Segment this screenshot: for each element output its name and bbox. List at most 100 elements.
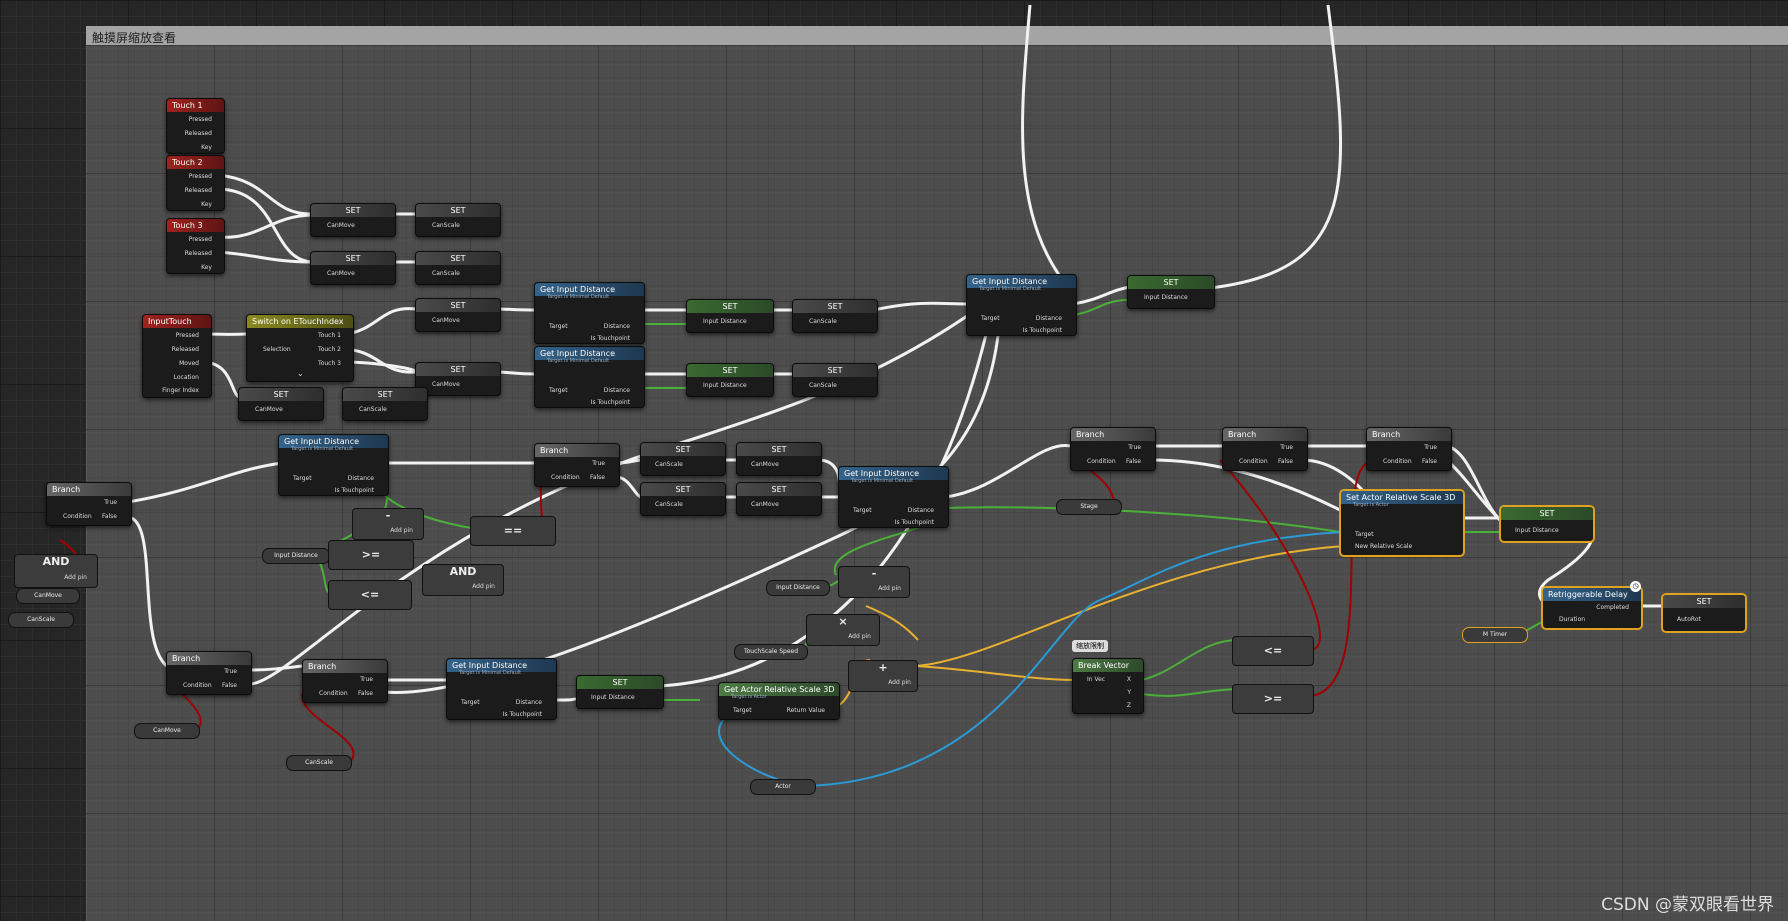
set-canscale-label: CanScale bbox=[809, 318, 837, 325]
set-canmove-node[interactable]: SET CanMove bbox=[238, 387, 324, 421]
gte-node[interactable]: >= bbox=[1232, 684, 1314, 714]
gid-subtitle: Target is Minimal Default bbox=[291, 446, 354, 452]
actor-var[interactable]: Actor bbox=[750, 779, 816, 795]
set-canscale-node[interactable]: SET CanScale bbox=[415, 203, 501, 237]
branch-title: Branch bbox=[535, 444, 619, 457]
canscale-var[interactable]: CanScale bbox=[8, 612, 74, 628]
gte-label: >= bbox=[1263, 692, 1283, 705]
set-inputdistance-node[interactable]: SET Input Distance bbox=[1500, 506, 1594, 542]
multiply-node[interactable]: × Add pin bbox=[806, 614, 880, 646]
switch-touchindex-node[interactable]: Switch on ETouchIndex Selection Touch 1 … bbox=[246, 314, 354, 382]
branch-false-label: False bbox=[1421, 458, 1437, 465]
get-input-distance-node[interactable]: Get Input Distance Target is Minimal Def… bbox=[446, 658, 557, 720]
mtimer-var[interactable]: M Timer bbox=[1462, 627, 1528, 643]
and-node[interactable]: AND Add pin bbox=[14, 554, 98, 588]
branch-node[interactable]: Branch Condition True False bbox=[166, 651, 252, 695]
set-inputdistance-label: Input Distance bbox=[591, 694, 635, 701]
get-input-distance-node[interactable]: Get Input Distance Target is Minimal Def… bbox=[534, 282, 645, 344]
touch3-event-node[interactable]: Touch 3 Pressed Released Key bbox=[166, 218, 225, 274]
inputtouch-title: InputTouch bbox=[143, 315, 211, 328]
add-pin-label[interactable]: Add pin bbox=[878, 585, 901, 592]
get-input-distance-node[interactable]: Get Input Distance Target is Minimal Def… bbox=[838, 466, 949, 528]
branch-node[interactable]: Branch Condition True False bbox=[302, 659, 388, 703]
touch3-title: Touch 3 bbox=[167, 219, 224, 232]
exec-wire bbox=[127, 515, 171, 670]
chevron-down-icon[interactable]: ⌄ bbox=[297, 369, 304, 378]
gid-distance-label: Distance bbox=[347, 475, 374, 482]
branch-node[interactable]: Branch Condition True False bbox=[534, 443, 620, 487]
gte-node[interactable]: >= bbox=[328, 540, 414, 570]
get-input-distance-node[interactable]: Get Input Distance Target is Minimal Def… bbox=[278, 434, 389, 496]
set-canmove-node[interactable]: SET CanMove bbox=[736, 482, 822, 516]
set-title: SET bbox=[641, 443, 725, 456]
add-pin-label[interactable]: Add pin bbox=[888, 679, 911, 686]
touch2-event-node[interactable]: Touch 2 Pressed Released Key bbox=[166, 155, 225, 211]
equals-node[interactable]: == bbox=[470, 516, 556, 546]
add-pin-label[interactable]: Add pin bbox=[390, 527, 413, 534]
add-pin-label[interactable]: Add pin bbox=[64, 574, 87, 581]
set-inputdistance-node[interactable]: SET Input Distance bbox=[576, 675, 664, 709]
add-pin-label[interactable]: Add pin bbox=[848, 633, 871, 640]
inputdistance-var[interactable]: Input Distance bbox=[262, 548, 330, 564]
set-canscale-label: CanScale bbox=[432, 270, 460, 277]
get-scale-return-label: Return Value bbox=[786, 707, 825, 714]
set-canmove-node[interactable]: SET CanMove bbox=[736, 442, 822, 476]
switch-touch3-label: Touch 3 bbox=[318, 360, 341, 367]
retriggerable-delay-node[interactable]: Retriggerable Delay Completed Duration bbox=[1542, 587, 1642, 629]
set-title: SET bbox=[1663, 595, 1745, 608]
and-node[interactable]: AND Add pin bbox=[422, 564, 504, 596]
branch-node[interactable]: Branch Condition True False bbox=[1366, 427, 1452, 471]
and-label: AND bbox=[449, 565, 477, 578]
get-input-distance-node[interactable]: Get Input Distance Target is Minimal Def… bbox=[966, 274, 1077, 336]
touchscalespeed-var[interactable]: TouchScale Speed bbox=[734, 644, 808, 660]
canmove-var[interactable]: CanMove bbox=[16, 588, 80, 604]
branch-true-label: True bbox=[360, 676, 373, 683]
branch-node[interactable]: Branch Condition True False bbox=[46, 482, 132, 526]
delay-completed-label: Completed bbox=[1596, 604, 1629, 611]
canmove-var[interactable]: CanMove bbox=[134, 723, 200, 739]
branch-node[interactable]: Branch Condition True False bbox=[1222, 427, 1308, 471]
set-canscale-node[interactable]: SET CanScale bbox=[415, 251, 501, 285]
set-inputdistance-node[interactable]: SET Input Distance bbox=[686, 363, 774, 397]
inputtouch-released-label: Released bbox=[171, 346, 199, 353]
set-inputdistance-node[interactable]: SET Input Distance bbox=[1127, 275, 1215, 309]
minus-node[interactable]: - Add pin bbox=[838, 566, 910, 598]
set-inputdistance-label: Input Distance bbox=[1515, 527, 1559, 534]
touch1-pressed-label: Pressed bbox=[188, 116, 212, 123]
set-title: SET bbox=[793, 364, 877, 377]
minus-node[interactable]: - Add pin bbox=[352, 508, 424, 540]
set-actor-scale-node[interactable]: Set Actor Relative Scale 3D Target is Ac… bbox=[1340, 490, 1464, 556]
touch2-pressed-label: Pressed bbox=[188, 173, 212, 180]
canscale-var[interactable]: CanScale bbox=[286, 755, 352, 771]
set-canscale-node[interactable]: SET CanScale bbox=[792, 299, 878, 333]
add-node[interactable]: + Add pin bbox=[848, 660, 918, 692]
set-canmove-node[interactable]: SET CanMove bbox=[415, 298, 501, 332]
lte-node[interactable]: <= bbox=[328, 580, 412, 610]
branch-title: Branch bbox=[303, 660, 387, 673]
inputtouch-event-node[interactable]: InputTouch Pressed Released Moved Locati… bbox=[142, 314, 212, 398]
gid-touchpoint-label: Is Touchpoint bbox=[334, 487, 374, 494]
branch-node[interactable]: Branch Condition True False bbox=[1070, 427, 1156, 471]
set-canscale-node[interactable]: SET CanScale bbox=[640, 482, 726, 516]
set-autorot-node[interactable]: SET AutoRot bbox=[1662, 594, 1746, 632]
touch1-event-node[interactable]: Touch 1 Pressed Released Key bbox=[166, 98, 225, 154]
get-input-distance-node[interactable]: Get Input Distance Target is Minimal Def… bbox=[534, 346, 645, 408]
watermark: CSDN @蒙双眼看世界 bbox=[1601, 895, 1774, 915]
lte-node[interactable]: <= bbox=[1232, 636, 1314, 666]
lte-label: <= bbox=[1263, 644, 1283, 657]
set-canscale-node[interactable]: SET CanScale bbox=[792, 363, 878, 397]
get-actor-scale-node[interactable]: Get Actor Relative Scale 3D Target is Ac… bbox=[718, 682, 840, 720]
branch-title: Branch bbox=[1071, 428, 1155, 441]
add-pin-label[interactable]: Add pin bbox=[472, 583, 495, 590]
float-wire bbox=[943, 506, 1341, 533]
set-title: SET bbox=[416, 252, 500, 265]
break-vector-node[interactable]: Break Vector In Vec X Y Z bbox=[1072, 658, 1144, 714]
inputdistance-var[interactable]: Input Distance bbox=[766, 580, 830, 596]
set-canscale-node[interactable]: SET CanScale bbox=[342, 387, 428, 421]
set-inputdistance-node[interactable]: SET Input Distance bbox=[686, 299, 774, 333]
set-canscale-node[interactable]: SET CanScale bbox=[640, 442, 726, 476]
set-canmove-node[interactable]: SET CanMove bbox=[310, 203, 396, 237]
switch-title: Switch on ETouchIndex bbox=[247, 315, 353, 328]
set-canmove-node[interactable]: SET CanMove bbox=[310, 251, 396, 285]
stage-var[interactable]: Stage bbox=[1056, 499, 1122, 515]
